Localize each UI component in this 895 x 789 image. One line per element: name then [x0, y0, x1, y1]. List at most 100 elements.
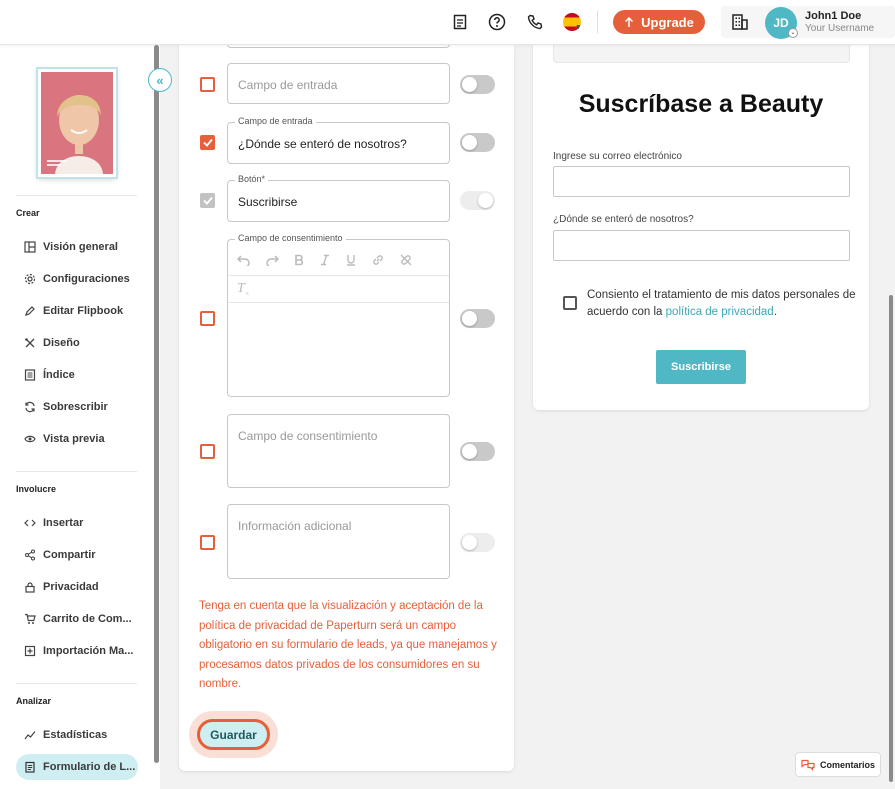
bold-icon[interactable] [293, 254, 305, 266]
sidebar-scrollbar[interactable] [154, 45, 159, 763]
sidebar-item-embed[interactable]: Insertar [16, 510, 138, 536]
link-icon[interactable] [371, 253, 385, 267]
field-placeholder: Campo de entrada [238, 78, 338, 92]
check-icon [202, 138, 213, 147]
preview-partial-field [553, 45, 850, 63]
section-heading-crear: Crear [16, 208, 40, 218]
sidebar-item-label: Visión general [43, 241, 118, 253]
consent-rich-text-field[interactable]: Campo de consentimiento T× [227, 233, 450, 397]
field-legend: Botón* [235, 174, 269, 184]
sidebar-item-label: Insertar [43, 517, 84, 529]
sidebar-item-label: Privacidad [43, 581, 99, 593]
field-value: Suscribirse [238, 195, 298, 209]
sidebar-item-overwrite[interactable]: Sobrescribir [16, 394, 138, 420]
field-placeholder: Información adicional [238, 519, 352, 533]
chevron-down-icon: ▼ [575, 24, 582, 31]
save-button[interactable]: Guardar [197, 719, 270, 750]
consent-checkbox[interactable] [563, 296, 577, 310]
consent-field[interactable]: Campo de consentimiento [227, 414, 450, 488]
chart-line-icon [24, 731, 36, 740]
sidebar-item-design[interactable]: Diseño [16, 330, 138, 356]
privacy-policy-link[interactable]: política de privacidad [666, 306, 774, 318]
sidebar-item-label: Configuraciones [43, 273, 130, 285]
email-label: Ingrese su correo electrónico [553, 151, 682, 162]
unlink-icon[interactable] [399, 253, 413, 267]
sidebar-item-import[interactable]: Importación Ma... [16, 638, 138, 664]
design-tools-icon [25, 338, 35, 348]
sidebar-item-label: Importación Ma... [43, 645, 134, 657]
consent-text-end: . [773, 306, 777, 318]
sidebar-item-index[interactable]: Índice [16, 362, 138, 388]
rich-text-toolbar: T× [228, 246, 449, 304]
user-username: Your Username [805, 23, 875, 34]
field-checkbox [200, 193, 215, 208]
field-checkbox[interactable] [200, 77, 215, 92]
source-label: ¿Dónde se enteró de nosotros? [553, 214, 694, 225]
upgrade-label: Upgrade [641, 14, 694, 30]
sidebar-item-label: Estadísticas [43, 729, 108, 741]
collapse-sidebar-button[interactable]: « [148, 68, 172, 92]
code-icon [24, 519, 36, 527]
sidebar-item-overview[interactable]: Visión general [16, 234, 138, 260]
field-toggle[interactable] [460, 75, 495, 94]
source-input[interactable] [553, 230, 850, 261]
eye-icon [24, 435, 36, 443]
page-scrollbar[interactable] [889, 295, 893, 782]
layout-icon [24, 241, 36, 253]
field-checkbox[interactable] [200, 135, 215, 150]
sidebar-item-share[interactable]: Compartir [16, 542, 138, 568]
clear-format-glyph: T [237, 280, 245, 296]
email-input[interactable] [553, 166, 850, 197]
list-icon [24, 369, 36, 381]
button-label-field[interactable]: Botón* Suscribirse [227, 174, 450, 222]
section-heading-involucre: Involucre [16, 484, 57, 494]
help-icon[interactable] [487, 12, 507, 32]
underline-icon[interactable] [345, 254, 357, 266]
lock-icon [25, 582, 35, 593]
input-field[interactable]: Campo de entrada ¿Dónde se enteró de nos… [227, 116, 450, 164]
sidebar-item-label: Editar Flipbook [43, 305, 124, 317]
sidebar-item-privacy[interactable]: Privacidad [16, 574, 138, 600]
field-checkbox[interactable] [200, 444, 215, 459]
comments-label: Comentarios [819, 759, 875, 770]
input-field[interactable]: Campo de entrada [227, 63, 450, 104]
preview-title: Suscríbase a Beauty [578, 90, 824, 118]
document-icon[interactable] [450, 12, 470, 32]
sidebar-item-lead-form[interactable]: Formulario de L... [16, 754, 138, 780]
sidebar-item-cart[interactable]: Carrito de Com... [16, 606, 138, 632]
field-placeholder: Campo de consentimiento [238, 429, 378, 443]
field-toggle [460, 191, 495, 210]
field-toggle[interactable] [460, 309, 495, 328]
sidebar-item-settings[interactable]: Configuraciones [16, 266, 138, 292]
additional-info-field[interactable]: Información adicional [227, 504, 450, 579]
undo-icon[interactable] [237, 254, 251, 266]
top-bar: ▼ Upgrade JD ⌄ John1 Doe Your Username [0, 0, 895, 45]
redo-icon[interactable] [265, 254, 279, 266]
italic-icon[interactable] [319, 254, 331, 266]
sidebar-item-preview[interactable]: Vista previa [16, 426, 138, 452]
sidebar-item-edit-flipbook[interactable]: Editar Flipbook [16, 298, 138, 324]
consent-text: Consiento el tratamiento de mis datos pe… [587, 287, 857, 321]
import-icon [24, 645, 36, 657]
user-name: John1 Doe [805, 10, 862, 22]
field-toggle[interactable] [460, 133, 495, 152]
divider [16, 195, 137, 196]
share-icon [25, 549, 35, 561]
clear-format-icon[interactable]: T× [237, 281, 250, 298]
upgrade-button[interactable]: Upgrade [613, 10, 705, 34]
gear-icon [24, 273, 36, 285]
field-legend: Campo de consentimiento [235, 233, 346, 243]
field-legend: Campo de entrada [235, 116, 316, 126]
comments-icon [801, 759, 815, 771]
refresh-icon [25, 401, 35, 413]
subscribe-button[interactable]: Suscribirse [656, 350, 746, 384]
field-checkbox[interactable] [200, 311, 215, 326]
field-checkbox[interactable] [200, 535, 215, 550]
phone-icon[interactable] [525, 12, 545, 32]
sidebar-item-statistics[interactable]: Estadísticas [16, 722, 138, 748]
check-icon [202, 196, 213, 205]
flipbook-thumbnail[interactable] [38, 69, 116, 177]
comments-button[interactable]: Comentarios [795, 752, 881, 777]
building-icon[interactable] [731, 13, 749, 36]
field-toggle[interactable] [460, 442, 495, 461]
